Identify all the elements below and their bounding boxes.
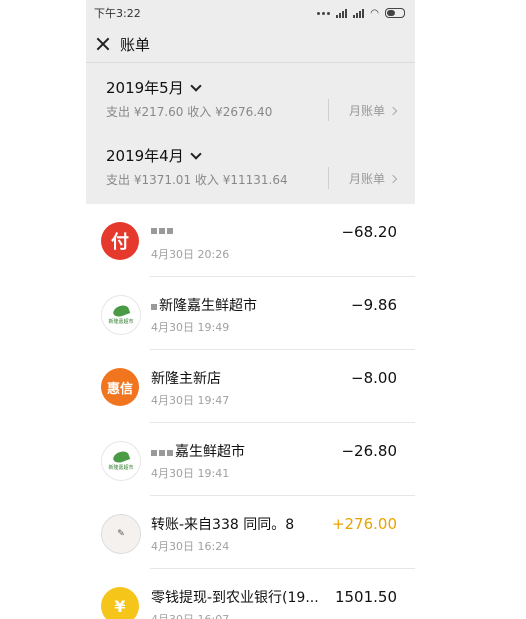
merchant-name: 零钱提现-到农业银行(19...: [151, 590, 319, 606]
signal-icon: [336, 8, 348, 18]
transaction-time: 4月30日 20:26: [151, 248, 230, 261]
list-item[interactable]: 新隆嘉超市 嘉生鲜超市 4月30日 19:41 −26.80: [86, 423, 415, 496]
transaction-amount: +276.00: [331, 515, 397, 533]
pay-logo-icon: 付: [101, 222, 139, 260]
header-area: 下午3:22 ◠ 账单 2019年5月 支出 ¥217.60 收入 ¥2676.…: [86, 0, 415, 204]
transaction-time: 4月30日 19:49: [151, 321, 230, 334]
title-bar: 账单: [86, 26, 415, 63]
transaction-list: 付 4月30日 20:26 −68.20 新隆嘉超市 新隆嘉生鲜超市 4月30日…: [86, 204, 415, 619]
monthly-bill-link[interactable]: 月账单: [349, 170, 398, 187]
signal-icon-2: [353, 8, 365, 18]
month-title[interactable]: 2019年4月: [106, 145, 202, 166]
transaction-amount: −26.80: [341, 442, 397, 460]
list-item[interactable]: 付 4月30日 20:26 −68.20: [86, 204, 415, 277]
month-summary: 支出 ¥217.60 收入 ¥2676.40: [106, 105, 273, 119]
chevron-down-icon: [190, 148, 202, 160]
phone-screen: 下午3:22 ◠ 账单 2019年5月 支出 ¥217.60 收入 ¥2676.…: [86, 0, 415, 619]
merchant-name: 嘉生鲜超市: [151, 441, 245, 461]
month-section-may[interactable]: 2019年5月 支出 ¥217.60 收入 ¥2676.40 月账单: [86, 63, 415, 131]
redacted-mosaic: [151, 298, 159, 314]
month-title[interactable]: 2019年5月: [106, 77, 202, 98]
transaction-amount: −8.00: [351, 369, 397, 387]
list-item[interactable]: ¥ 零钱提现-到农业银行(19... 4月30日 16:07 1501.50: [86, 569, 415, 619]
transaction-time: 4月30日 19:41: [151, 467, 230, 480]
chevron-down-icon: [190, 80, 202, 92]
more-dots-icon: [317, 11, 331, 15]
profile-photo-icon: ✎: [101, 514, 141, 554]
transaction-time: 4月30日 16:07: [151, 611, 229, 619]
battery-icon: [385, 8, 405, 18]
merchant-name: 转账-来自338 同同。8: [151, 517, 295, 533]
wifi-icon: ◠: [370, 7, 379, 19]
status-time: 下午3:22: [94, 7, 141, 20]
transaction-amount: 1501.50: [334, 588, 397, 606]
month-section-april[interactable]: 2019年4月 支出 ¥1371.01 收入 ¥11131.64 月账单: [86, 131, 415, 199]
redacted-mosaic: [151, 444, 175, 460]
list-item[interactable]: ✎ 转账-来自338 同同。8 4月30日 16:24 +276.00: [86, 496, 415, 569]
chevron-right-icon: [388, 174, 398, 184]
divider: [328, 167, 329, 189]
status-icons: ◠: [317, 8, 405, 19]
transaction-time: 4月30日 19:47: [151, 394, 230, 407]
transaction-amount: −9.86: [351, 296, 397, 314]
redacted-mosaic: [151, 222, 175, 238]
merchant-name: 新隆嘉生鲜超市: [151, 295, 257, 315]
close-icon[interactable]: [96, 37, 110, 51]
supermarket-logo-icon: 新隆嘉超市: [101, 295, 141, 335]
coin-icon: ¥: [101, 587, 139, 619]
merchant-name: [151, 222, 175, 238]
divider: [328, 99, 329, 121]
supermarket-logo-icon: 新隆嘉超市: [101, 441, 141, 481]
transaction-time: 4月30日 16:24: [151, 540, 230, 553]
huixin-logo-icon: 惠信: [101, 368, 139, 406]
month-summary: 支出 ¥1371.01 收入 ¥11131.64: [106, 173, 288, 187]
list-item[interactable]: 惠信 新隆主新店 4月30日 19:47 −8.00: [86, 350, 415, 423]
transaction-amount: −68.20: [341, 223, 397, 241]
monthly-bill-link[interactable]: 月账单: [349, 102, 398, 119]
status-bar: 下午3:22 ◠: [86, 0, 415, 26]
page-title: 账单: [120, 35, 151, 54]
list-item[interactable]: 新隆嘉超市 新隆嘉生鲜超市 4月30日 19:49 −9.86: [86, 277, 415, 350]
chevron-right-icon: [388, 106, 398, 116]
merchant-name: 新隆主新店: [151, 371, 221, 387]
